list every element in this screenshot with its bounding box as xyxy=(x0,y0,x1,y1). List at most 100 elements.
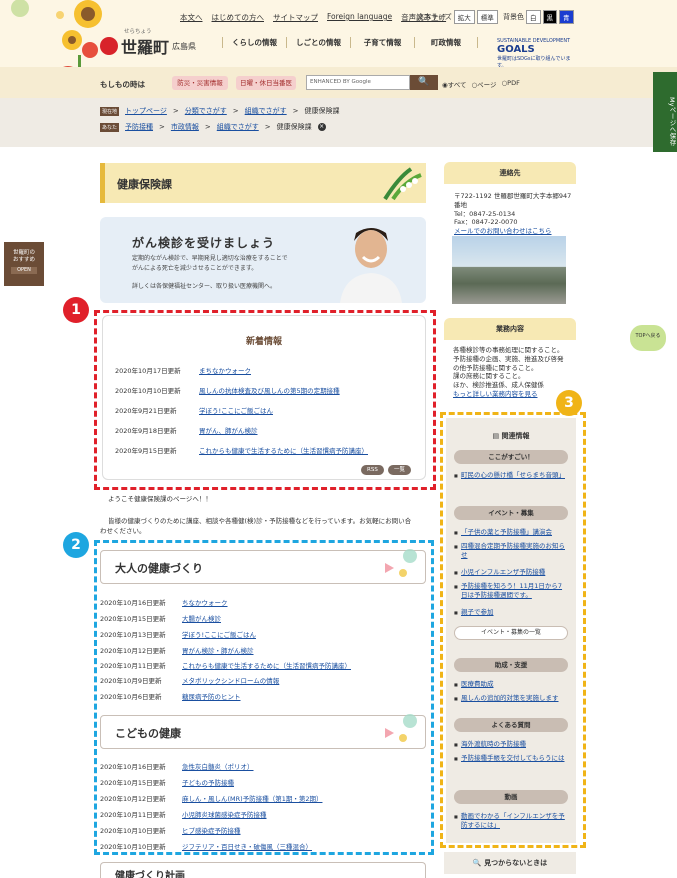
duty-line: の他予防接種に関すること。 xyxy=(453,363,538,372)
highlight-box-2 xyxy=(94,540,434,855)
crumb-sep: > xyxy=(159,123,165,131)
contact-mail-link[interactable]: メールでのお問い合わせはこちら xyxy=(454,227,552,235)
smiling-man-photo xyxy=(340,228,402,303)
radio-page[interactable]: ○ページ xyxy=(471,79,496,89)
crumb-sep: > xyxy=(292,107,299,115)
gnav-work[interactable]: しごとの情報 xyxy=(286,37,350,48)
contact-tel: Tel：0847-25-0134 xyxy=(454,209,516,218)
crumb-category[interactable]: 分類でさがす xyxy=(185,106,227,116)
close-icon[interactable]: × xyxy=(317,123,326,131)
gnav-living[interactable]: くらしの情報 xyxy=(222,37,286,48)
intro-body-2: わせください。 xyxy=(100,527,146,535)
page-title: 健康保険課 xyxy=(117,178,172,191)
crumb-vaccination[interactable]: 予防接種 xyxy=(125,122,153,132)
contact-address: 〒722-1192 世羅郡世羅町大字本郷947番地 xyxy=(454,192,572,209)
radio-all[interactable]: ◉すべて xyxy=(442,79,466,89)
bg-blue-button[interactable]: 青 xyxy=(559,10,574,24)
marker-2: 2 xyxy=(63,532,89,558)
crumb-sep: > xyxy=(204,123,211,131)
breadcrumb-current: 現在地 トップページ > 分類でさがす > 組織でさがす > 健康保険課 xyxy=(100,106,340,116)
recommend-l2: おすすめ xyxy=(12,257,35,264)
highlight-box-3 xyxy=(440,412,586,848)
link-to-main[interactable]: 本文へ xyxy=(180,12,203,23)
duties-more-link[interactable]: もっと詳しい業務内容を見る xyxy=(453,390,538,398)
bg-white-button[interactable]: 白 xyxy=(526,10,541,24)
contact-info: 〒722-1192 世羅郡世羅町大字本郷947番地 Tel：0847-25-01… xyxy=(454,192,572,236)
duty-line: 各種検診等の事務処理に関すること。 xyxy=(453,346,564,354)
gnav-childcare[interactable]: 子育て情報 xyxy=(350,37,414,48)
town-emblem-icon xyxy=(100,37,118,55)
duty-line: ほか、検診推進係、成人保健係 xyxy=(453,381,544,390)
search-doc-icon: 🔍 xyxy=(472,859,485,867)
crumb-top[interactable]: トップページ xyxy=(125,106,167,116)
current-tag: 現在地 xyxy=(100,106,120,116)
search-band: もしもの時は 防災・災害情報 日曜・休日当番医 ENHANCED BY Goog… xyxy=(0,67,677,98)
crumb-organization[interactable]: 組織でさがす xyxy=(245,106,287,116)
utility-links: 本文へ はじめての方へ サイトマップ Foreign language 音声読み… xyxy=(180,12,446,23)
crumb-current-page-2: 健康保険課 xyxy=(276,123,312,131)
duties-text: 各種検診等の事務処理に関すること。 予防接種の企画、実施、推進及び啓発 の他予防… xyxy=(453,346,575,399)
bg-color-control: 背景色 白 黒 青 xyxy=(503,10,574,24)
bg-color-label: 背景色 xyxy=(503,13,524,21)
sdgs-banner[interactable]: SUSTAINABLE DEVELOPMENT GOALS 世羅町はSDGsに取… xyxy=(497,38,577,69)
intro-body-1: 皆様の健康づくりのために講座、相談や各種健(検)診・予防接種などを行っています。… xyxy=(108,517,412,525)
holiday-doctor-button[interactable]: 日曜・休日当番医 xyxy=(236,76,296,90)
duties-header: 業務内容 xyxy=(444,318,576,340)
banner-text: 定期的ながん検診で、早期発見し適切な治療をすることで がんによる死亡を減少させる… xyxy=(132,254,288,273)
back-to-top-button[interactable]: TOPへ戻る xyxy=(630,325,666,351)
sdgs-goals: GOALS xyxy=(497,44,535,55)
banner-note: 詳しくは各保健福祉センター、取り扱い医療機関へ。 xyxy=(132,283,276,290)
page-title-box: 健康保険課 xyxy=(100,163,426,203)
history-tag: あなた xyxy=(100,122,120,132)
search-scope: ◉すべて ○ページ ○PDF xyxy=(442,79,520,89)
link-sitemap[interactable]: サイトマップ xyxy=(273,12,318,23)
breadcrumb-history: あなた 予防接種 > 市政情報 > 組織でさがす > 健康保険課 × xyxy=(100,122,326,132)
duty-line: 課の庶務に関すること。 xyxy=(453,372,525,381)
global-nav: くらしの情報 しごとの情報 子育て情報 町政情報 xyxy=(222,37,478,48)
bg-black-button[interactable]: 黒 xyxy=(542,10,557,24)
mypage-save-button[interactable]: Myページへ保存 xyxy=(653,72,677,152)
site-logo[interactable]: せらちょう 世羅町 広島県 xyxy=(100,29,197,58)
gnav-government[interactable]: 町政情報 xyxy=(414,37,478,48)
lily-of-the-valley-icon xyxy=(383,167,422,201)
font-size-label: 文字サイズ xyxy=(417,13,452,21)
intro-welcome: ようこそ健康保険課のページへ！！ xyxy=(108,495,212,503)
crumb-sep: > xyxy=(172,107,179,115)
logo-prefecture: 広島県 xyxy=(172,41,197,51)
not-found-label: 見つからないときは xyxy=(484,859,548,867)
font-enlarge-button[interactable]: 拡大 xyxy=(453,10,475,24)
link-first-time[interactable]: はじめての方へ xyxy=(212,12,265,23)
cancer-screening-banner[interactable]: がん検診を受けましょう 定期的ながん検診で、早期発見し適切な治療をすることで が… xyxy=(100,217,426,303)
marker-3: 3 xyxy=(556,390,582,416)
duty-line: 予防接種の企画、実施、推進及び啓発 xyxy=(453,354,564,363)
not-found-box[interactable]: 🔍 見つからないときは xyxy=(444,852,576,874)
logo-name: 世羅町 xyxy=(121,38,170,57)
font-size-control: 文字サイズ 拡大 標準 xyxy=(417,10,498,24)
link-foreign-language[interactable]: Foreign language xyxy=(327,12,392,23)
radio-pdf[interactable]: ○PDF xyxy=(502,79,520,89)
crumb-sep: > xyxy=(264,123,271,131)
marker-1: 1 xyxy=(63,297,89,323)
banner-line1: 定期的ながん検診で、早期発見し適切な治療をすることで xyxy=(132,255,288,262)
contact-fax: Fax：0847-22-0070 xyxy=(454,218,518,227)
banner-line2: がんによる死亡を減少させることができます。 xyxy=(132,264,258,272)
crumb-city-info[interactable]: 市政情報 xyxy=(171,122,199,132)
contact-header: 連絡先 xyxy=(444,162,576,184)
recommend-open: OPEN xyxy=(11,267,37,274)
disaster-info-button[interactable]: 防災・災害情報 xyxy=(172,76,228,90)
search-button[interactable]: 🔍 xyxy=(410,75,438,90)
recommend-widget[interactable]: 世羅町の おすすめ OPEN xyxy=(4,242,44,286)
crumb-organization-2[interactable]: 組織でさがす xyxy=(217,122,259,132)
logo-ruby: せらちょう xyxy=(124,29,152,35)
section-header-plan: 健康づくり計画 xyxy=(100,862,426,878)
font-standard-button[interactable]: 標準 xyxy=(476,10,498,24)
office-building-photo xyxy=(452,236,566,304)
crumb-current-page: 健康保険課 xyxy=(304,107,340,115)
site-header: 本文へ はじめての方へ サイトマップ Foreign language 音声読み… xyxy=(0,0,677,95)
emergency-label: もしもの時は xyxy=(100,80,145,89)
crumb-sep: > xyxy=(232,107,239,115)
highlight-box-1 xyxy=(94,310,436,490)
breadcrumb: 現在地 トップページ > 分類でさがす > 組織でさがす > 健康保険課 あなた… xyxy=(0,98,677,147)
search-input[interactable]: ENHANCED BY Google xyxy=(306,75,410,90)
banner-title: がん検診を受けましょう xyxy=(132,236,276,250)
